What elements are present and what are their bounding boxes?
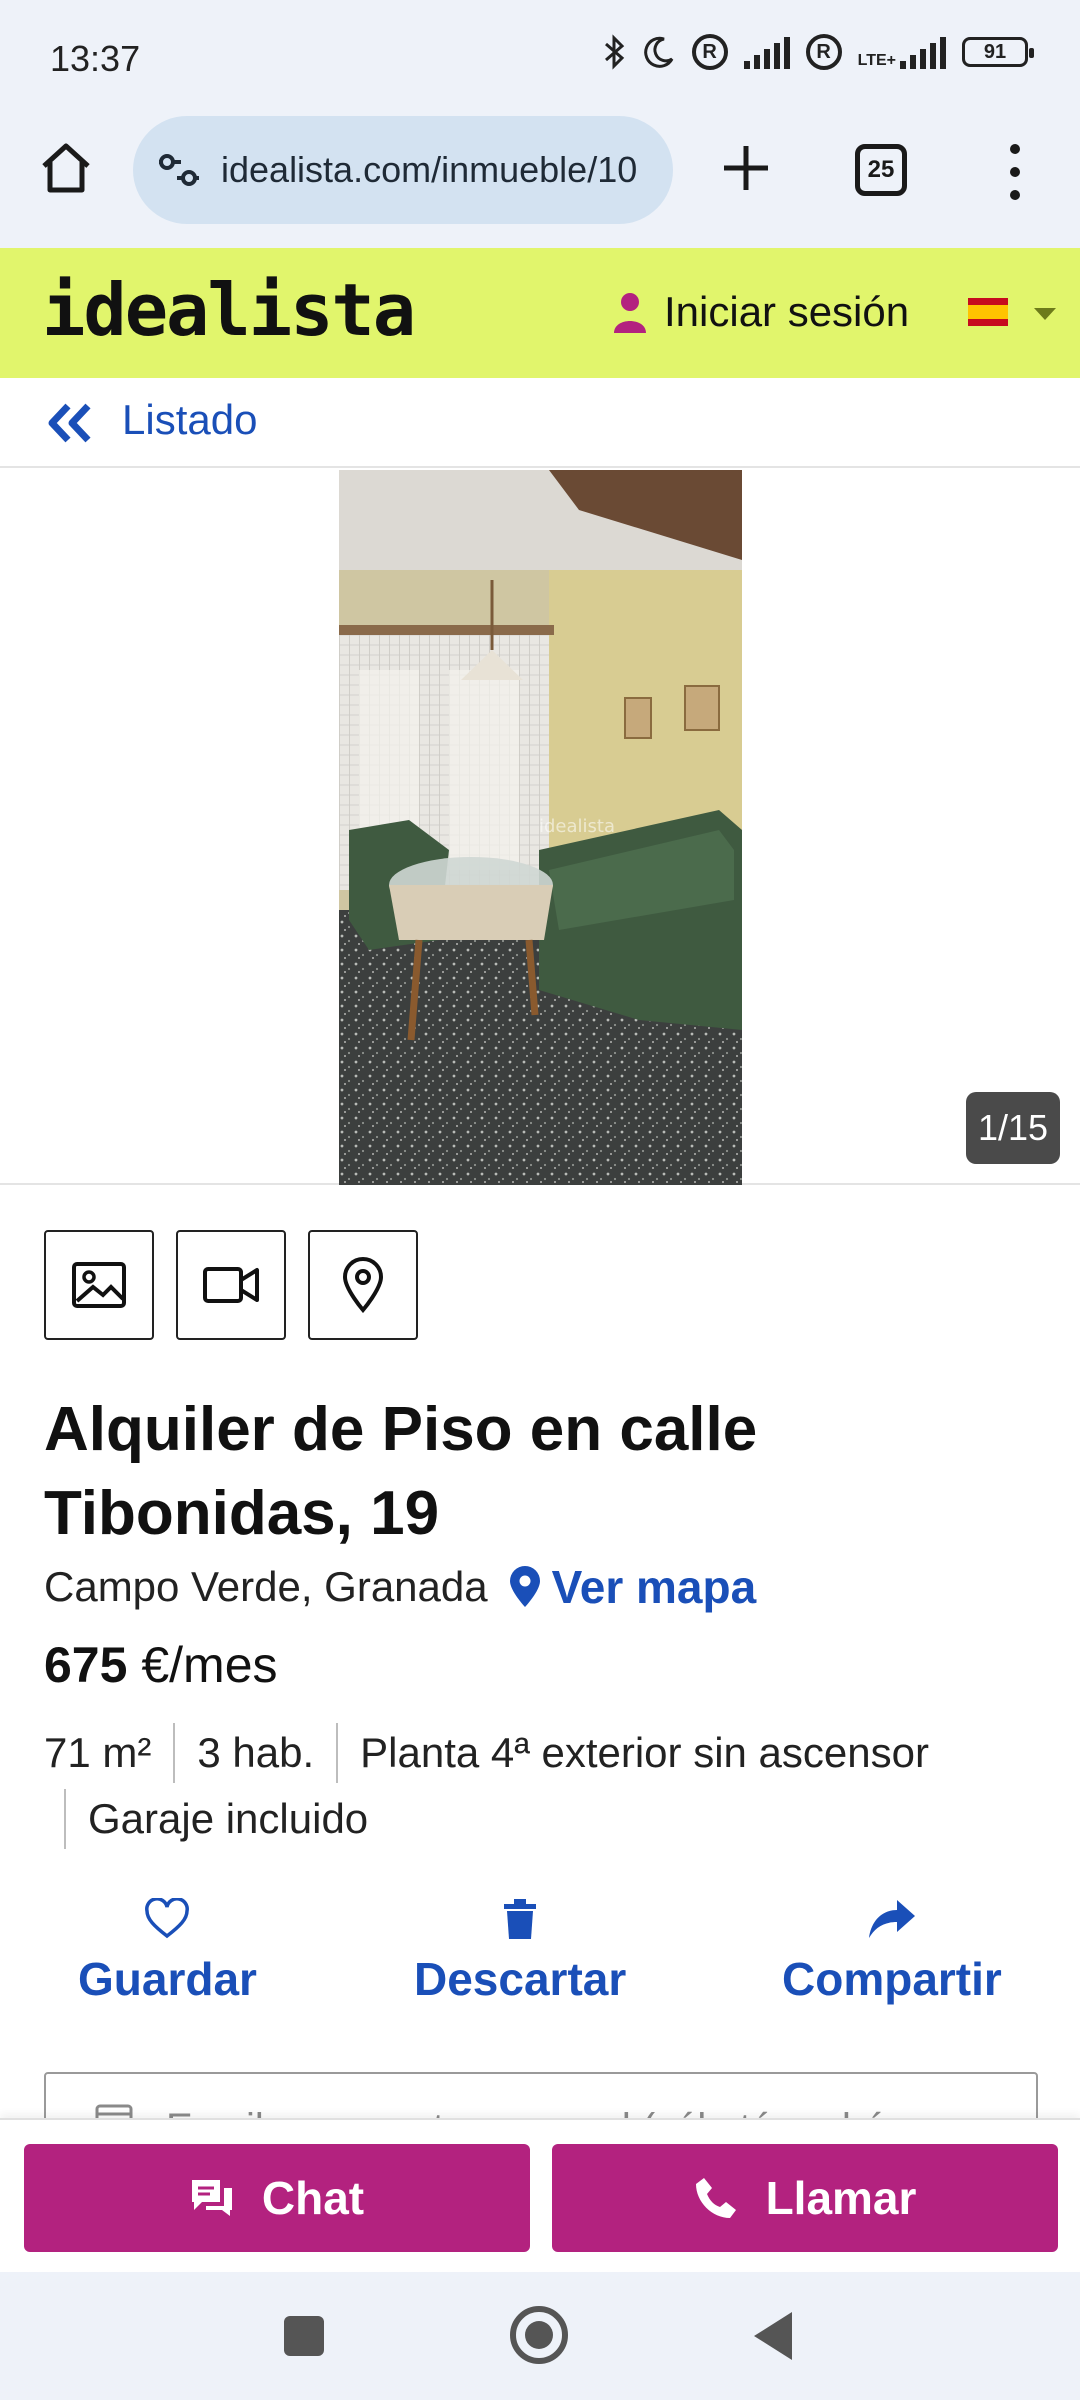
status-bar: 13:37 R R LTE+ 91 <box>0 0 1080 110</box>
login-button[interactable]: Iniciar sesión <box>612 288 909 336</box>
tabs-icon[interactable]: 25 <box>855 144 907 196</box>
roaming-icon-2: R <box>805 34 842 70</box>
feature-garage: Garaje incluido <box>64 1789 390 1849</box>
bluetooth-icon <box>604 34 624 70</box>
property-photo[interactable]: idealista <box>339 470 742 1185</box>
price: 675 €/mes <box>44 1636 278 1694</box>
listing-title: Alquiler de Piso en calle Tibonidas, 19 <box>44 1395 758 1548</box>
phone-icon <box>695 2178 736 2218</box>
media-buttons <box>44 1230 418 1340</box>
feature-rooms: 3 hab. <box>173 1723 336 1783</box>
url-text: idealista.com/inmueble/10 <box>221 149 638 190</box>
back-triangle-icon[interactable] <box>754 2312 792 2360</box>
call-button[interactable]: Llamar <box>552 2144 1058 2252</box>
back-label: Listado <box>122 396 258 443</box>
map-pin-icon <box>342 1257 384 1313</box>
feature-floor: Planta 4ª exterior sin ascensor <box>336 1723 951 1783</box>
home-icon[interactable] <box>38 140 94 196</box>
address-bar[interactable]: idealista.com/inmueble/10 <box>133 116 673 224</box>
more-vert-icon[interactable] <box>1000 144 1030 200</box>
features-line: 71 m² 3 hab. Planta 4ª exterior sin asce… <box>44 1720 1044 1786</box>
price-amount: 675 <box>44 1637 128 1693</box>
login-label: Iniciar sesión <box>664 288 910 335</box>
location-row: Campo Verde, Granada Ver mapa <box>44 1560 756 1614</box>
back-to-listing[interactable]: Listado <box>0 378 1080 468</box>
status-time: 13:37 <box>50 38 141 79</box>
video-button[interactable] <box>176 1230 286 1340</box>
map-pin-icon <box>509 1566 540 1607</box>
chat-button[interactable]: Chat <box>24 2144 530 2252</box>
photo-watermark: idealista <box>539 816 615 837</box>
photos-button[interactable] <box>44 1230 154 1340</box>
share-label: Compartir <box>782 1953 1002 2005</box>
call-label: Llamar <box>765 2172 917 2224</box>
listing-actions: Guardar Descartar Compartir <box>0 1898 1080 2028</box>
view-map-link[interactable]: Ver mapa <box>508 1560 757 1614</box>
features-line: Garaje incluido <box>64 1786 1044 1852</box>
plus-icon[interactable] <box>716 138 776 198</box>
recents-icon[interactable] <box>284 2316 324 2356</box>
photo-counter: 1/15 <box>966 1092 1060 1164</box>
signal-icon <box>743 35 790 69</box>
video-camera-icon <box>203 1267 259 1303</box>
trash-icon <box>504 1899 537 1939</box>
heart-icon <box>145 1898 190 1939</box>
home-circle-icon[interactable] <box>510 2306 568 2364</box>
share-button[interactable]: Compartir <box>782 1898 1002 2006</box>
status-icons: R R LTE+ 91 <box>602 34 1034 70</box>
save-button[interactable]: Guardar <box>78 1898 257 2006</box>
view-map-label: Ver mapa <box>551 1561 757 1613</box>
lte-signal-icon: LTE+ <box>858 35 946 69</box>
idealista-logo[interactable]: idealista <box>42 268 416 352</box>
user-icon <box>614 293 646 333</box>
site-settings-icon[interactable] <box>157 152 201 188</box>
discard-label: Descartar <box>414 1953 627 2005</box>
contact-bar: Chat Llamar <box>0 2118 1080 2272</box>
browser-toolbar: idealista.com/inmueble/10 25 <box>0 110 1080 248</box>
map-button[interactable] <box>308 1230 418 1340</box>
share-arrow-icon <box>868 1900 915 1938</box>
do-not-disturb-moon-icon <box>643 36 673 68</box>
site-header: idealista Iniciar sesión <box>0 248 1080 378</box>
feature-area: 71 m² <box>44 1729 152 1776</box>
system-navigation-bar <box>0 2272 1080 2400</box>
chat-label: Chat <box>261 2172 365 2224</box>
spain-flag-icon[interactable] <box>968 298 1008 326</box>
battery-icon: 91 <box>962 37 1034 67</box>
chevron-down-icon[interactable] <box>1034 308 1056 320</box>
roaming-icon: R <box>691 34 728 70</box>
double-chevron-left-icon <box>48 403 91 443</box>
price-unit: €/mes <box>141 1637 278 1693</box>
save-label: Guardar <box>78 1953 257 2005</box>
photo-gallery[interactable]: idealista 1/15 <box>0 470 1080 1185</box>
discard-button[interactable]: Descartar <box>414 1898 626 2006</box>
image-icon <box>72 1262 126 1308</box>
listing-location: Campo Verde, Granada <box>44 1563 488 1610</box>
listing-features: 71 m² 3 hab. Planta 4ª exterior sin asce… <box>44 1720 1044 1852</box>
chat-bubbles-icon <box>191 2180 232 2216</box>
